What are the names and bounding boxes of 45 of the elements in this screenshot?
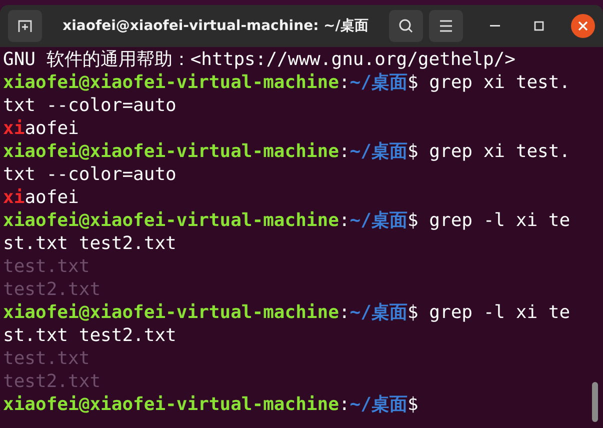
prompt-path: ~/桌面: [350, 302, 408, 323]
match-text: xi: [3, 118, 25, 139]
terminal-text: txt --color=auto: [3, 95, 176, 116]
maximize-icon: [534, 21, 544, 31]
terminal-text: $ grep xi test.: [407, 141, 570, 162]
terminal-text: txt --color=auto: [3, 164, 176, 185]
match-text: xi: [3, 187, 25, 208]
minimize-icon: [490, 25, 500, 26]
prompt-user: xiaofei@xiaofei-virtual-machine: [3, 302, 339, 323]
terminal-text: :: [338, 394, 350, 415]
window-title: xiaofei@xiaofei-virtual-machine: ~/桌面: [62, 17, 370, 35]
prompt-path: ~/桌面: [350, 141, 408, 162]
prompt-path: ~/桌面: [350, 210, 408, 231]
terminal-text: aofei: [24, 187, 79, 208]
prompt-user: xiaofei@xiaofei-virtual-machine: [3, 72, 339, 93]
close-icon: [578, 21, 588, 31]
prompt-path: ~/桌面: [350, 72, 408, 93]
menu-button[interactable]: [429, 10, 463, 42]
menu-icon: [439, 20, 453, 32]
prompt-user: xiaofei@xiaofei-virtual-machine: [3, 394, 339, 415]
output-file: test2.txt: [3, 279, 101, 300]
output-file: test2.txt: [3, 371, 101, 392]
terminal-text: st.txt test2.txt: [3, 233, 176, 254]
terminal-text: :: [338, 210, 350, 231]
terminal-text: :: [338, 141, 350, 162]
output-file: test.txt: [3, 256, 90, 277]
scrollbar-thumb[interactable]: [592, 382, 598, 422]
prompt-path: ~/桌面: [350, 394, 408, 415]
terminal-text: aofei: [24, 118, 79, 139]
terminal-text: GNU 软件的通用帮助：<https://www.gnu.org/gethelp/>: [3, 49, 516, 70]
terminal-text: :: [338, 72, 350, 93]
new-tab-button[interactable]: [8, 10, 42, 42]
terminal-text: $ grep xi test.: [407, 72, 570, 93]
search-icon: [398, 18, 414, 34]
close-button[interactable]: [571, 14, 595, 38]
terminal-text: :: [338, 302, 350, 323]
terminal-text: $ grep -l xi te: [407, 210, 570, 231]
search-button[interactable]: [389, 10, 423, 42]
terminal-text: $: [407, 394, 418, 415]
new-tab-icon: [17, 18, 33, 34]
prompt-user: xiaofei@xiaofei-virtual-machine: [3, 141, 339, 162]
prompt-user: xiaofei@xiaofei-virtual-machine: [3, 210, 339, 231]
output-file: test.txt: [3, 348, 90, 369]
terminal-text: $ grep -l xi te: [407, 302, 570, 323]
terminal-text: st.txt test2.txt: [3, 325, 176, 346]
